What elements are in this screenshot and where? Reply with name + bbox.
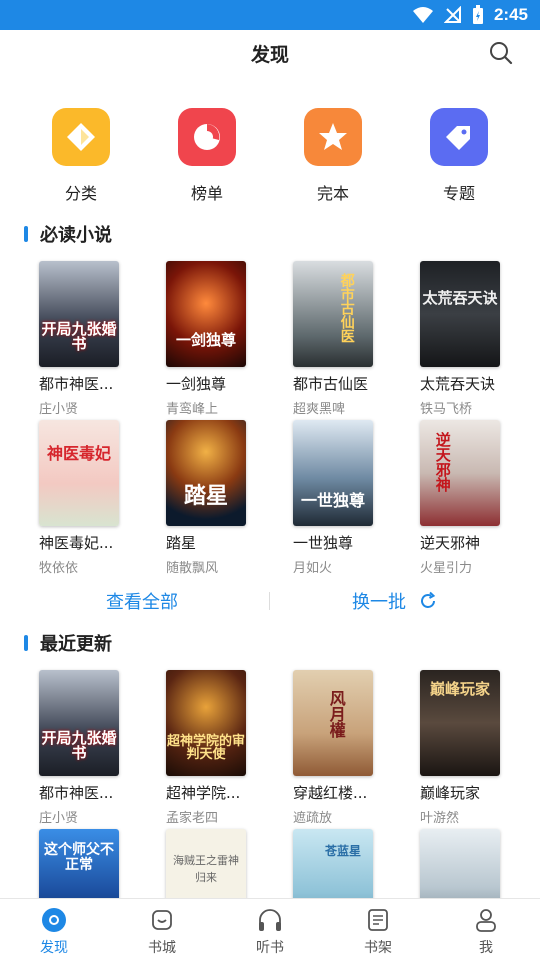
ranking-icon: [178, 108, 236, 166]
nav-item-audiobooks[interactable]: 听书: [216, 899, 324, 960]
discover-icon: [42, 908, 66, 932]
headphones-icon: [259, 909, 281, 931]
book-author: 孟家老四: [166, 811, 219, 826]
view-all-button[interactable]: 查看全部: [106, 586, 178, 616]
category-button-classify[interactable]: 分类: [18, 108, 144, 204]
book-cover: 都市古仙医: [293, 261, 373, 367]
status-bar: 2:45: [0, 0, 540, 30]
header: 发现: [0, 30, 540, 76]
book-author: 叶游然: [420, 811, 460, 826]
nav-label: 发现: [40, 940, 68, 956]
book-author: 庄小贤: [39, 402, 79, 417]
book-title: 神医毒妃...: [39, 534, 114, 552]
book-title: 踏星: [166, 534, 197, 552]
section-title: 必读小说: [40, 225, 112, 246]
book-card[interactable]: 开局九张婚书 都市神医... 庄小贤: [39, 261, 149, 417]
book-card[interactable]: 踏星 踏星 随散飘风: [166, 420, 276, 576]
nav-item-bookshelf[interactable]: 书架: [324, 899, 432, 960]
search-icon: [490, 42, 513, 65]
book-title: 都市神医...: [39, 784, 114, 802]
star-icon: [304, 108, 362, 166]
category-shortcuts: 分类 榜单 完本 专题: [0, 108, 540, 204]
nav-label: 听书: [256, 940, 284, 956]
book-title: 都市神医...: [39, 375, 114, 393]
book-card[interactable]: 开局九张婚书 都市神医... 庄小贤: [39, 670, 149, 826]
nav-label: 书城: [148, 940, 176, 956]
category-button-completed[interactable]: 完本: [270, 108, 396, 204]
book-card[interactable]: 太荒吞天诀 太荒吞天诀 铁马飞桥: [420, 261, 530, 417]
wifi-icon: [412, 7, 433, 23]
book-card[interactable]: 一剑独尊 一剑独尊 青鸾峰上: [166, 261, 276, 417]
section-accent-bar: [24, 226, 28, 242]
book-card[interactable]: 逆天邪神 逆天邪神 火星引力: [420, 420, 530, 576]
book-cover: 开局九张婚书: [39, 670, 119, 776]
refresh-batch-button[interactable]: 换一批: [352, 586, 438, 616]
book-title: 一世独尊: [293, 534, 354, 552]
category-label: 分类: [64, 184, 97, 203]
book-title: 逆天邪神: [420, 534, 481, 552]
divider: [269, 592, 270, 610]
book-card[interactable]: 都市古仙医 都市古仙医 超爽黑啤: [293, 261, 403, 417]
book-cover: 踏星: [166, 420, 246, 526]
book-author: 铁马飞桥: [420, 402, 473, 417]
category-label: 完本: [316, 184, 349, 203]
section-header-recent: 最近更新: [24, 631, 112, 655]
book-card[interactable]: 超神学院的审判天使 超神学院... 孟家老四: [166, 670, 276, 826]
book-author: 青鸾峰上: [166, 402, 219, 417]
search-button[interactable]: [488, 40, 514, 66]
list-actions: 查看全部 换一批: [0, 586, 540, 616]
refresh-label: 换一批: [352, 592, 406, 613]
book-author: 庄小贤: [39, 811, 79, 826]
nav-label: 我: [479, 940, 493, 956]
book-cover: 巅峰玩家: [420, 670, 500, 776]
book-title: 巅峰玩家: [420, 784, 481, 802]
book-cover: 风月權: [293, 670, 373, 776]
book-author: 月如火: [293, 561, 333, 576]
category-label: 专题: [442, 184, 475, 203]
book-title: 超神学院...: [166, 784, 241, 802]
refresh-icon: [421, 591, 436, 608]
no-signal-icon: [443, 6, 461, 23]
book-card[interactable]: 巅峰玩家 巅峰玩家 叶游然: [420, 670, 530, 826]
bookstore-icon: [152, 910, 172, 930]
category-button-topics[interactable]: 专题: [396, 108, 522, 204]
book-card[interactable]: 神医毒妃 神医毒妃... 牧依依: [39, 420, 149, 576]
book-title: 穿越红楼...: [293, 784, 368, 802]
tag-icon: [430, 108, 488, 166]
bottom-nav: 发现 书城 听书 书架 我: [0, 898, 540, 960]
book-card[interactable]: 风月權 穿越红楼... 遮疏放: [293, 670, 403, 826]
book-cover: 一剑独尊: [166, 261, 246, 367]
bookshelf-icon: [368, 909, 388, 931]
book-title: 太荒吞天诀: [420, 375, 496, 393]
section-accent-bar: [24, 635, 28, 651]
profile-icon: [476, 909, 496, 932]
nav-item-discover[interactable]: 发现: [0, 899, 108, 960]
book-author: 随散飘风: [166, 561, 219, 576]
page-title: 发现: [250, 43, 289, 66]
nav-item-bookstore[interactable]: 书城: [108, 899, 216, 960]
book-title: 都市古仙医: [293, 375, 369, 393]
book-cover: 神医毒妃: [39, 420, 119, 526]
section-title: 最近更新: [40, 634, 112, 655]
book-cover: 一世独尊: [293, 420, 373, 526]
book-cover: 开局九张婚书: [39, 261, 119, 367]
battery-icon: [472, 5, 483, 24]
book-title: 一剑独尊: [166, 375, 227, 393]
book-cover: 超神学院的审判天使: [166, 670, 246, 776]
category-button-ranking[interactable]: 榜单: [144, 108, 270, 204]
book-author: 超爽黑啤: [293, 402, 346, 417]
nav-item-profile[interactable]: 我: [432, 899, 540, 960]
book-cover: 逆天邪神: [420, 420, 500, 526]
section-header-must-read: 必读小说: [24, 222, 112, 246]
book-author: 遮疏放: [293, 811, 333, 826]
book-author: 牧依依: [39, 561, 79, 576]
category-icon: [52, 108, 110, 166]
book-cover: 太荒吞天诀: [420, 261, 500, 367]
nav-label: 书架: [364, 940, 392, 956]
status-time: 2:45: [493, 5, 528, 24]
book-card[interactable]: 一世独尊 一世独尊 月如火: [293, 420, 403, 576]
book-author: 火星引力: [420, 561, 473, 576]
view-all-label: 查看全部: [106, 592, 178, 613]
category-label: 榜单: [190, 184, 223, 203]
